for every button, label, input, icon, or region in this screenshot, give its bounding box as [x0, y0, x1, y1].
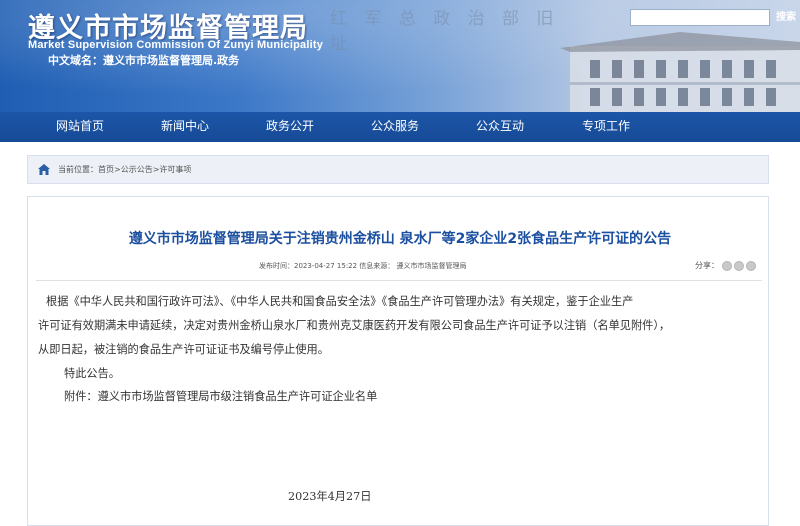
article-title: 遵义市市场监督管理局关于注销贵州金桥山 泉水厂等2家企业2张食品生产许可证的公告 [128, 231, 672, 247]
search-input[interactable] [630, 9, 770, 26]
main-nav: 网站首页 新闻中心 政务公开 公众服务 公众互动 专项工作 [0, 112, 800, 142]
qq-icon[interactable] [746, 261, 756, 271]
header-banner: 红 军 总 政 治 部 旧 址 遵义市市场监督管理局 Market Superv… [0, 0, 800, 112]
breadcrumb-text: 当前位置：首页>公示公告>许可事项 [58, 156, 191, 183]
chinese-domain: 中文域名：遵义市市场监督管理局.政务 [48, 54, 240, 67]
home-icon[interactable] [38, 164, 50, 175]
breadcrumb-path[interactable]: 首页>公示公告>许可事项 [98, 165, 191, 174]
nav-item-gov-affairs[interactable]: 政务公开 [266, 112, 314, 142]
search-button[interactable]: 搜索 [776, 8, 800, 27]
divider [36, 280, 762, 281]
breadcrumb: 当前位置：首页>公示公告>许可事项 [27, 155, 769, 184]
wechat-icon[interactable] [722, 261, 732, 271]
nav-item-special-work[interactable]: 专项工作 [582, 112, 630, 142]
article-date: 2023年4月27日 [288, 490, 372, 503]
article-attachment[interactable]: 附件：遵义市市场监督管理局市级注销食品生产许可证企业名单 [64, 387, 794, 406]
article-notice: 特此公告。 [64, 367, 120, 380]
article-paragraph-line-3: 从即日起，被注销的食品生产许可证证书及编号停止使用。 [38, 343, 329, 356]
breadcrumb-prefix: 当前位置： [58, 165, 98, 174]
calligraphy-plaque: 红 军 总 政 治 部 旧 址 [330, 9, 560, 54]
nav-item-news[interactable]: 新闻中心 [161, 112, 209, 142]
article-meta: 发布时间：2023-04-27 15:22 信息来源： 遵义市市场监督管理局 [259, 262, 467, 270]
building-illustration [560, 32, 800, 112]
nav-item-public-service[interactable]: 公众服务 [371, 112, 419, 142]
weibo-icon[interactable] [734, 261, 744, 271]
article-paragraph-line-1: 根据《中华人民共和国行政许可法》、《中华人民共和国食品安全法》《食品生产许可管理… [46, 295, 634, 308]
share-label: 分享： [695, 261, 719, 270]
nav-item-interaction[interactable]: 公众互动 [476, 112, 524, 142]
article-paragraph-line-2: 许可证有效期满未申请延续，决定对贵州金桥山泉水厂和贵州克艾康医药开发有限公司食品… [38, 319, 671, 332]
site-title-english: Market Supervision Commission Of Zunyi M… [28, 39, 324, 51]
nav-item-home[interactable]: 网站首页 [56, 112, 104, 142]
